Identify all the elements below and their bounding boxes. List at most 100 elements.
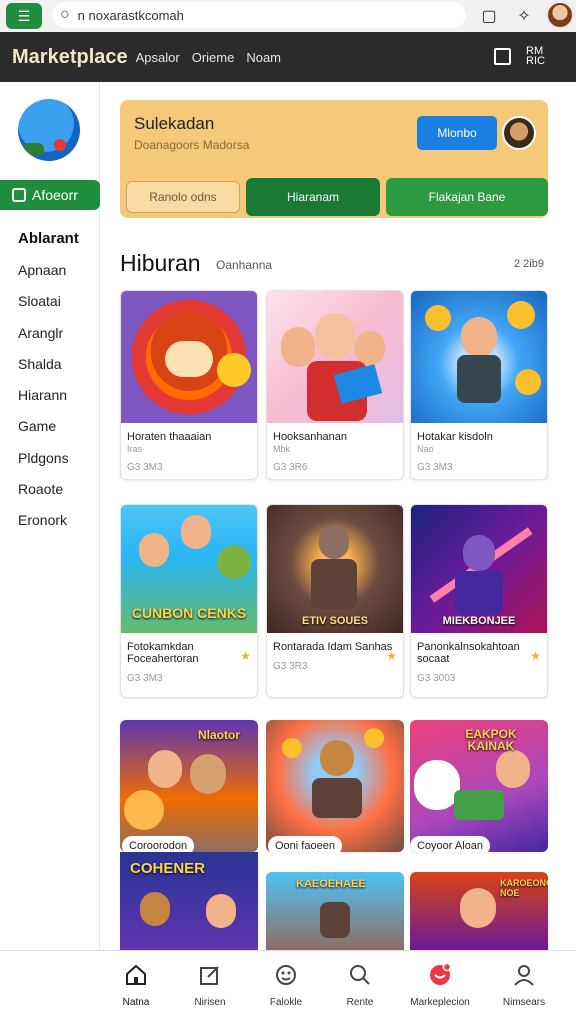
sidebar-item[interactable]: Hiarann — [18, 385, 69, 416]
card-price: G3 3003 — [417, 673, 456, 684]
nav-label: Rente — [346, 997, 374, 1008]
url-bar[interactable]: ○ n noxarastkcomah — [52, 2, 466, 28]
game-card[interactable]: Hooksanhanan Mbk G3 3R6 — [266, 290, 404, 480]
nav-label: Nirisen — [194, 997, 226, 1008]
card-title: Hotakar kisdoln — [417, 431, 493, 443]
sidebar-item[interactable]: Shalda — [18, 354, 69, 385]
game-thumbnail: COHENER — [120, 852, 258, 950]
square-icon[interactable] — [494, 48, 511, 65]
game-card[interactable]: Ooni faoeen — [266, 720, 404, 852]
game-thumbnail — [266, 720, 404, 852]
profile-icon — [512, 963, 536, 987]
market-icon — [428, 962, 452, 987]
url-text: n noxarastkcomah — [77, 7, 184, 23]
brand-logo-icon[interactable] — [18, 99, 80, 161]
card-price: G3 3M3 — [127, 673, 163, 684]
game-card[interactable]: KAROEONG NOE — [410, 872, 548, 950]
game-card[interactable]: ETIV SOUES Rontarada Idam Sanhas ★ G3 3R… — [266, 504, 404, 698]
pill-button[interactable]: Ranolo odns — [126, 181, 240, 213]
game-card[interactable]: KAEOEHAEE — [266, 872, 404, 950]
game-thumbnail: MIEKBONJEE — [411, 505, 547, 633]
star-icon: ★ — [530, 649, 541, 663]
menu-icon[interactable]: ☰ — [6, 3, 42, 29]
header-nav-2[interactable]: Orieme — [192, 50, 235, 65]
search-icon: ○ — [60, 6, 70, 23]
nav-home[interactable]: Natna — [96, 963, 176, 1008]
nav-label: Falokle — [269, 997, 303, 1008]
thumbnail-title: Nlaotor — [198, 728, 240, 742]
banner-cta-button[interactable]: Mlonbo — [417, 116, 497, 150]
game-card[interactable]: Hotakar kisdoln Nao G3 3M3 — [410, 290, 548, 480]
promo-banner: Sulekadan Doanagoors Madorsa Mlonbo Rano… — [120, 100, 548, 218]
card-price: G3 3R6 — [273, 462, 308, 473]
thumbnail-title: COHENER — [130, 860, 206, 877]
thumbnail-title: EAKPOK KAINAK — [465, 727, 517, 753]
header-nav-1[interactable]: Apsalor — [136, 50, 180, 65]
sidebar-item[interactable]: Sloatai — [18, 291, 69, 322]
game-card[interactable]: Horaten thaaaian Iras G3 3M3 — [120, 290, 258, 480]
game-card[interactable]: MIEKBONJEE Panonkalnsokahtoan socaat ★ G… — [410, 504, 548, 698]
card-subtitle: Mbk — [273, 444, 291, 454]
game-card[interactable]: Nlaotor Coroorodon — [120, 720, 258, 852]
edit-icon — [198, 963, 222, 987]
thumbnail-title: CUNBON CENKS — [131, 605, 247, 621]
star-icon: ★ — [240, 649, 251, 663]
thumbnail-title: KAROEONG NOE — [500, 878, 548, 898]
sidebar-action-label: Afoeorr — [32, 187, 78, 203]
game-thumbnail: KAROEONG NOE — [410, 872, 548, 950]
sidebar-item[interactable]: Roaote — [18, 479, 69, 510]
game-card[interactable]: CUNBON CENKS Fotokamkdan Foceahertoran ★… — [120, 504, 258, 698]
nav-game[interactable]: Falokle — [246, 963, 326, 1008]
puzzle-icon[interactable]: ✧ — [511, 3, 537, 29]
game-thumbnail — [267, 291, 403, 423]
sidebar-list: Apnaan Sloatai Aranglr Shalda Hiarann Ga… — [18, 260, 69, 542]
section-title: Hiburan — [120, 250, 201, 276]
banner-pill-row: Ranolo odns Hiaranam Flakajan Bane — [126, 178, 548, 218]
thumbnail-title: MIEKBONJEE — [442, 615, 516, 627]
bottom-nav: Natna Nirisen Falokle Rente Markeplecion… — [0, 950, 576, 1024]
home-icon — [124, 963, 148, 987]
thumbnail-title: KAEOEHAEE — [296, 878, 366, 890]
app-title: Marketplace — [12, 45, 128, 68]
game-thumbnail: ETIV SOUES — [267, 505, 403, 633]
star-icon: ★ — [386, 649, 397, 663]
pill-button[interactable]: Flakajan Bane — [386, 178, 548, 216]
avatar[interactable] — [546, 1, 574, 29]
sidebar: Afoeorr Ablarant Apnaan Sloatai Aranglr … — [0, 82, 100, 950]
sidebar-item[interactable]: Eronork — [18, 510, 69, 541]
card-tag: Coyoor Aloan — [410, 836, 491, 852]
card-title: Panonkalnsokahtoan socaat — [417, 641, 520, 665]
nav-market[interactable]: Markeplecion — [400, 962, 480, 1008]
search-icon — [348, 963, 372, 987]
game-card[interactable]: EAKPOK KAINAK Coyoor Aloan — [410, 720, 548, 852]
banner-subtitle: Doanagoors Madorsa — [134, 138, 250, 152]
card-title: Horaten thaaaian — [127, 431, 212, 443]
game-thumbnail — [411, 291, 547, 423]
nav-search[interactable]: Rente — [320, 963, 400, 1008]
card-subtitle: Nao — [417, 444, 434, 454]
header-nav-3[interactable]: Noam — [246, 50, 281, 65]
section-count[interactable]: 2 2ib9 — [514, 258, 544, 270]
sidebar-item[interactable]: Pldgons — [18, 448, 69, 479]
card-price: G3 3M3 — [127, 462, 163, 473]
card-title: Fotokamkdan Foceahertoran — [127, 641, 199, 665]
pill-button[interactable]: Hiaranam — [246, 178, 380, 216]
chat-icon — [12, 188, 26, 202]
banner-avatar — [502, 116, 536, 150]
sidebar-item[interactable]: Aranglr — [18, 323, 69, 354]
browser-bar: ☰ ○ n noxarastkcomah ▢ ✧ — [0, 0, 576, 32]
game-thumbnail: CUNBON CENKS — [121, 505, 257, 633]
sidebar-item[interactable]: Game — [18, 416, 69, 447]
game-icon — [274, 963, 298, 987]
card-tag: Ooni faoeen — [268, 836, 342, 852]
game-card[interactable]: COHENER — [120, 852, 258, 950]
sidebar-action-button[interactable]: Afoeorr — [0, 180, 100, 210]
nav-profile[interactable]: Nimsears — [484, 963, 564, 1008]
sidebar-item[interactable]: Apnaan — [18, 260, 69, 291]
nav-edit[interactable]: Nirisen — [170, 963, 250, 1008]
sidebar-heading: Ablarant — [18, 230, 79, 247]
section-subtitle: Oanhanna — [216, 258, 273, 272]
game-thumbnail: Nlaotor — [120, 720, 258, 852]
banner-title: Sulekadan — [134, 114, 215, 133]
reader-icon[interactable]: ▢ — [476, 3, 502, 29]
